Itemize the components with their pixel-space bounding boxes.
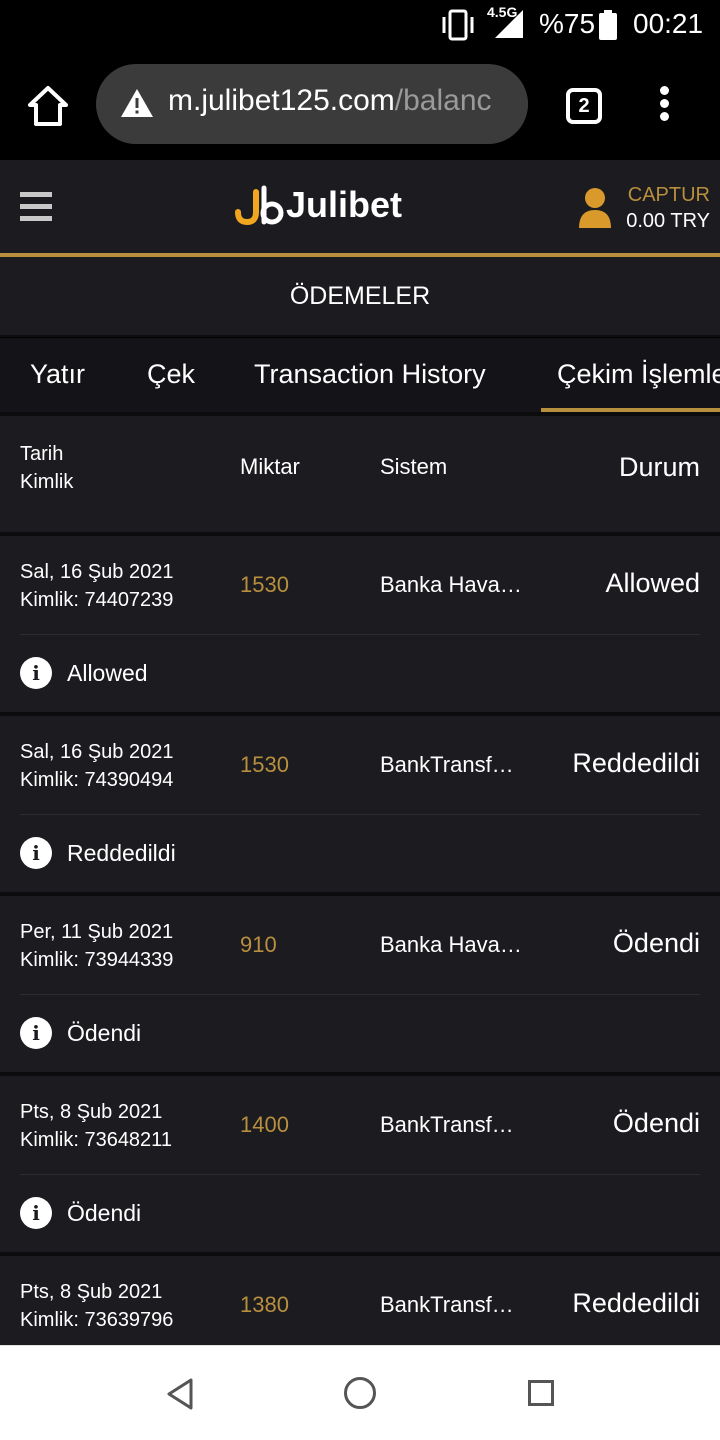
header-system: Sistem (380, 454, 448, 479)
browser-toolbar: m.julibet125.com/balanc 2 (0, 52, 720, 160)
hamburger-menu-icon[interactable] (20, 192, 52, 224)
row-status: Allowed (605, 568, 700, 598)
row-divider (20, 634, 700, 635)
payments-tabs: Yatır Çek Transaction History Çekim İşle… (0, 338, 720, 412)
row-id: Kimlik: 74407239 (20, 589, 174, 611)
header-amount: Miktar (240, 454, 300, 479)
tab-withdraw[interactable]: Çek (147, 338, 195, 412)
clock: 00:21 (633, 8, 704, 39)
row-amount: 1380 (240, 1292, 289, 1317)
row-note: Allowed (67, 660, 148, 686)
info-icon[interactable]: i (20, 837, 52, 869)
page-title: ÖDEMELER (0, 257, 720, 337)
row-id: Kimlik: 73944339 (20, 949, 174, 971)
back-icon[interactable] (166, 1378, 194, 1410)
row-status: Reddedildi (572, 748, 700, 778)
warning-icon[interactable] (120, 88, 154, 118)
user-balance: 0.00 TRY (626, 210, 710, 232)
url-fade (498, 64, 528, 144)
table-row[interactable]: Pts, 8 Şub 2021 Kimlik: 73639796 1380 Ba… (0, 1256, 720, 1345)
row-id: Kimlik: 74390494 (20, 769, 174, 791)
more-options-icon[interactable] (657, 86, 671, 126)
row-date: Sal, 16 Şub 2021 (20, 741, 174, 763)
info-icon[interactable]: i (20, 1197, 52, 1229)
row-date: Sal, 16 Şub 2021 (20, 561, 174, 583)
battery-percent: %75 (539, 8, 596, 39)
table-row[interactable]: Pts, 8 Şub 2021 Kimlik: 73648211 1400 Ba… (0, 1076, 720, 1252)
row-system: BankTransf… (380, 1292, 514, 1317)
table-header: Tarih Kimlik Miktar Sistem Durum (0, 416, 720, 532)
row-date-id: Sal, 16 Şub 2021 Kimlik: 74407239 (20, 558, 173, 614)
row-system: Banka Hava… (380, 932, 522, 957)
tab-transaction-history[interactable]: Transaction History (254, 338, 486, 412)
user-icon[interactable] (578, 186, 612, 230)
table-row[interactable]: Sal, 16 Şub 2021 Kimlik: 74390494 1530 B… (0, 716, 720, 892)
url-domain: m.julibet125.com (168, 84, 395, 117)
info-icon[interactable]: i (20, 657, 52, 689)
header-id: Kimlik (20, 471, 74, 493)
transactions-table: Tarih Kimlik Miktar Sistem Durum Sal, 16… (0, 412, 720, 1345)
url-path: /balanc (394, 84, 492, 117)
row-id: Kimlik: 73639796 (20, 1309, 174, 1331)
row-status: Ödendi (612, 1108, 700, 1138)
home-nav-icon[interactable] (344, 1377, 376, 1409)
battery-icon (599, 10, 617, 40)
row-date: Pts, 8 Şub 2021 (20, 1101, 163, 1123)
header-status: Durum (618, 452, 700, 482)
table-row[interactable]: Sal, 16 Şub 2021 Kimlik: 74407239 1530 B… (0, 536, 720, 712)
row-date-id: Per, 11 Şub 2021 Kimlik: 73944339 (20, 918, 173, 974)
vibrate-icon (442, 9, 474, 41)
row-status: Reddedildi (572, 1288, 700, 1318)
row-amount: 1400 (240, 1112, 289, 1137)
row-date-id: Pts, 8 Şub 2021 Kimlik: 73639796 (20, 1278, 173, 1334)
logo-mark-icon (235, 185, 284, 226)
row-date-id: Sal, 16 Şub 2021 Kimlik: 74390494 (20, 738, 173, 794)
row-note: Ödendi (67, 1020, 142, 1046)
header-date-id: Tarih Kimlik (20, 440, 73, 496)
row-date: Per, 11 Şub 2021 (20, 921, 174, 943)
row-system: Banka Hava… (380, 572, 522, 597)
row-note: Reddedildi (67, 840, 176, 866)
tab-deposit[interactable]: Yatır (30, 338, 85, 412)
status-bar: 4.5G %75 00:21 (0, 0, 720, 52)
row-id: Kimlik: 73648211 (20, 1129, 172, 1151)
row-divider (20, 814, 700, 815)
home-icon[interactable] (26, 84, 70, 128)
signal-icon (495, 10, 523, 38)
address-bar[interactable]: m.julibet125.com/balanc (96, 64, 528, 144)
row-date: Pts, 8 Şub 2021 (20, 1281, 163, 1303)
row-system: BankTransf… (380, 1112, 514, 1137)
row-amount: 1530 (240, 752, 289, 777)
tab-switcher-button[interactable]: 2 (566, 88, 602, 124)
tab-withdrawal-transactions[interactable]: Çekim İşlemleri (541, 338, 720, 412)
site-header: Julibet CAPTUR 0.00 TRY (0, 160, 720, 253)
table-row[interactable]: Per, 11 Şub 2021 Kimlik: 73944339 910 Ba… (0, 896, 720, 1072)
logo-text: Julibet (286, 184, 403, 225)
system-nav-bar (0, 1345, 720, 1440)
row-divider (20, 1174, 700, 1175)
row-date-id: Pts, 8 Şub 2021 Kimlik: 73648211 (20, 1098, 172, 1154)
row-note: Ödendi (67, 1200, 142, 1226)
row-system: BankTransf… (380, 752, 514, 777)
row-amount: 1530 (240, 572, 289, 597)
url-text: m.julibet125.com/balanc (168, 84, 492, 118)
row-divider (20, 994, 700, 995)
header-date: Tarih (20, 443, 64, 465)
row-status: Ödendi (612, 928, 700, 958)
row-amount: 910 (240, 932, 277, 957)
user-name[interactable]: CAPTUR (628, 184, 710, 207)
recent-apps-icon[interactable] (528, 1380, 554, 1406)
info-icon[interactable]: i (20, 1017, 52, 1049)
